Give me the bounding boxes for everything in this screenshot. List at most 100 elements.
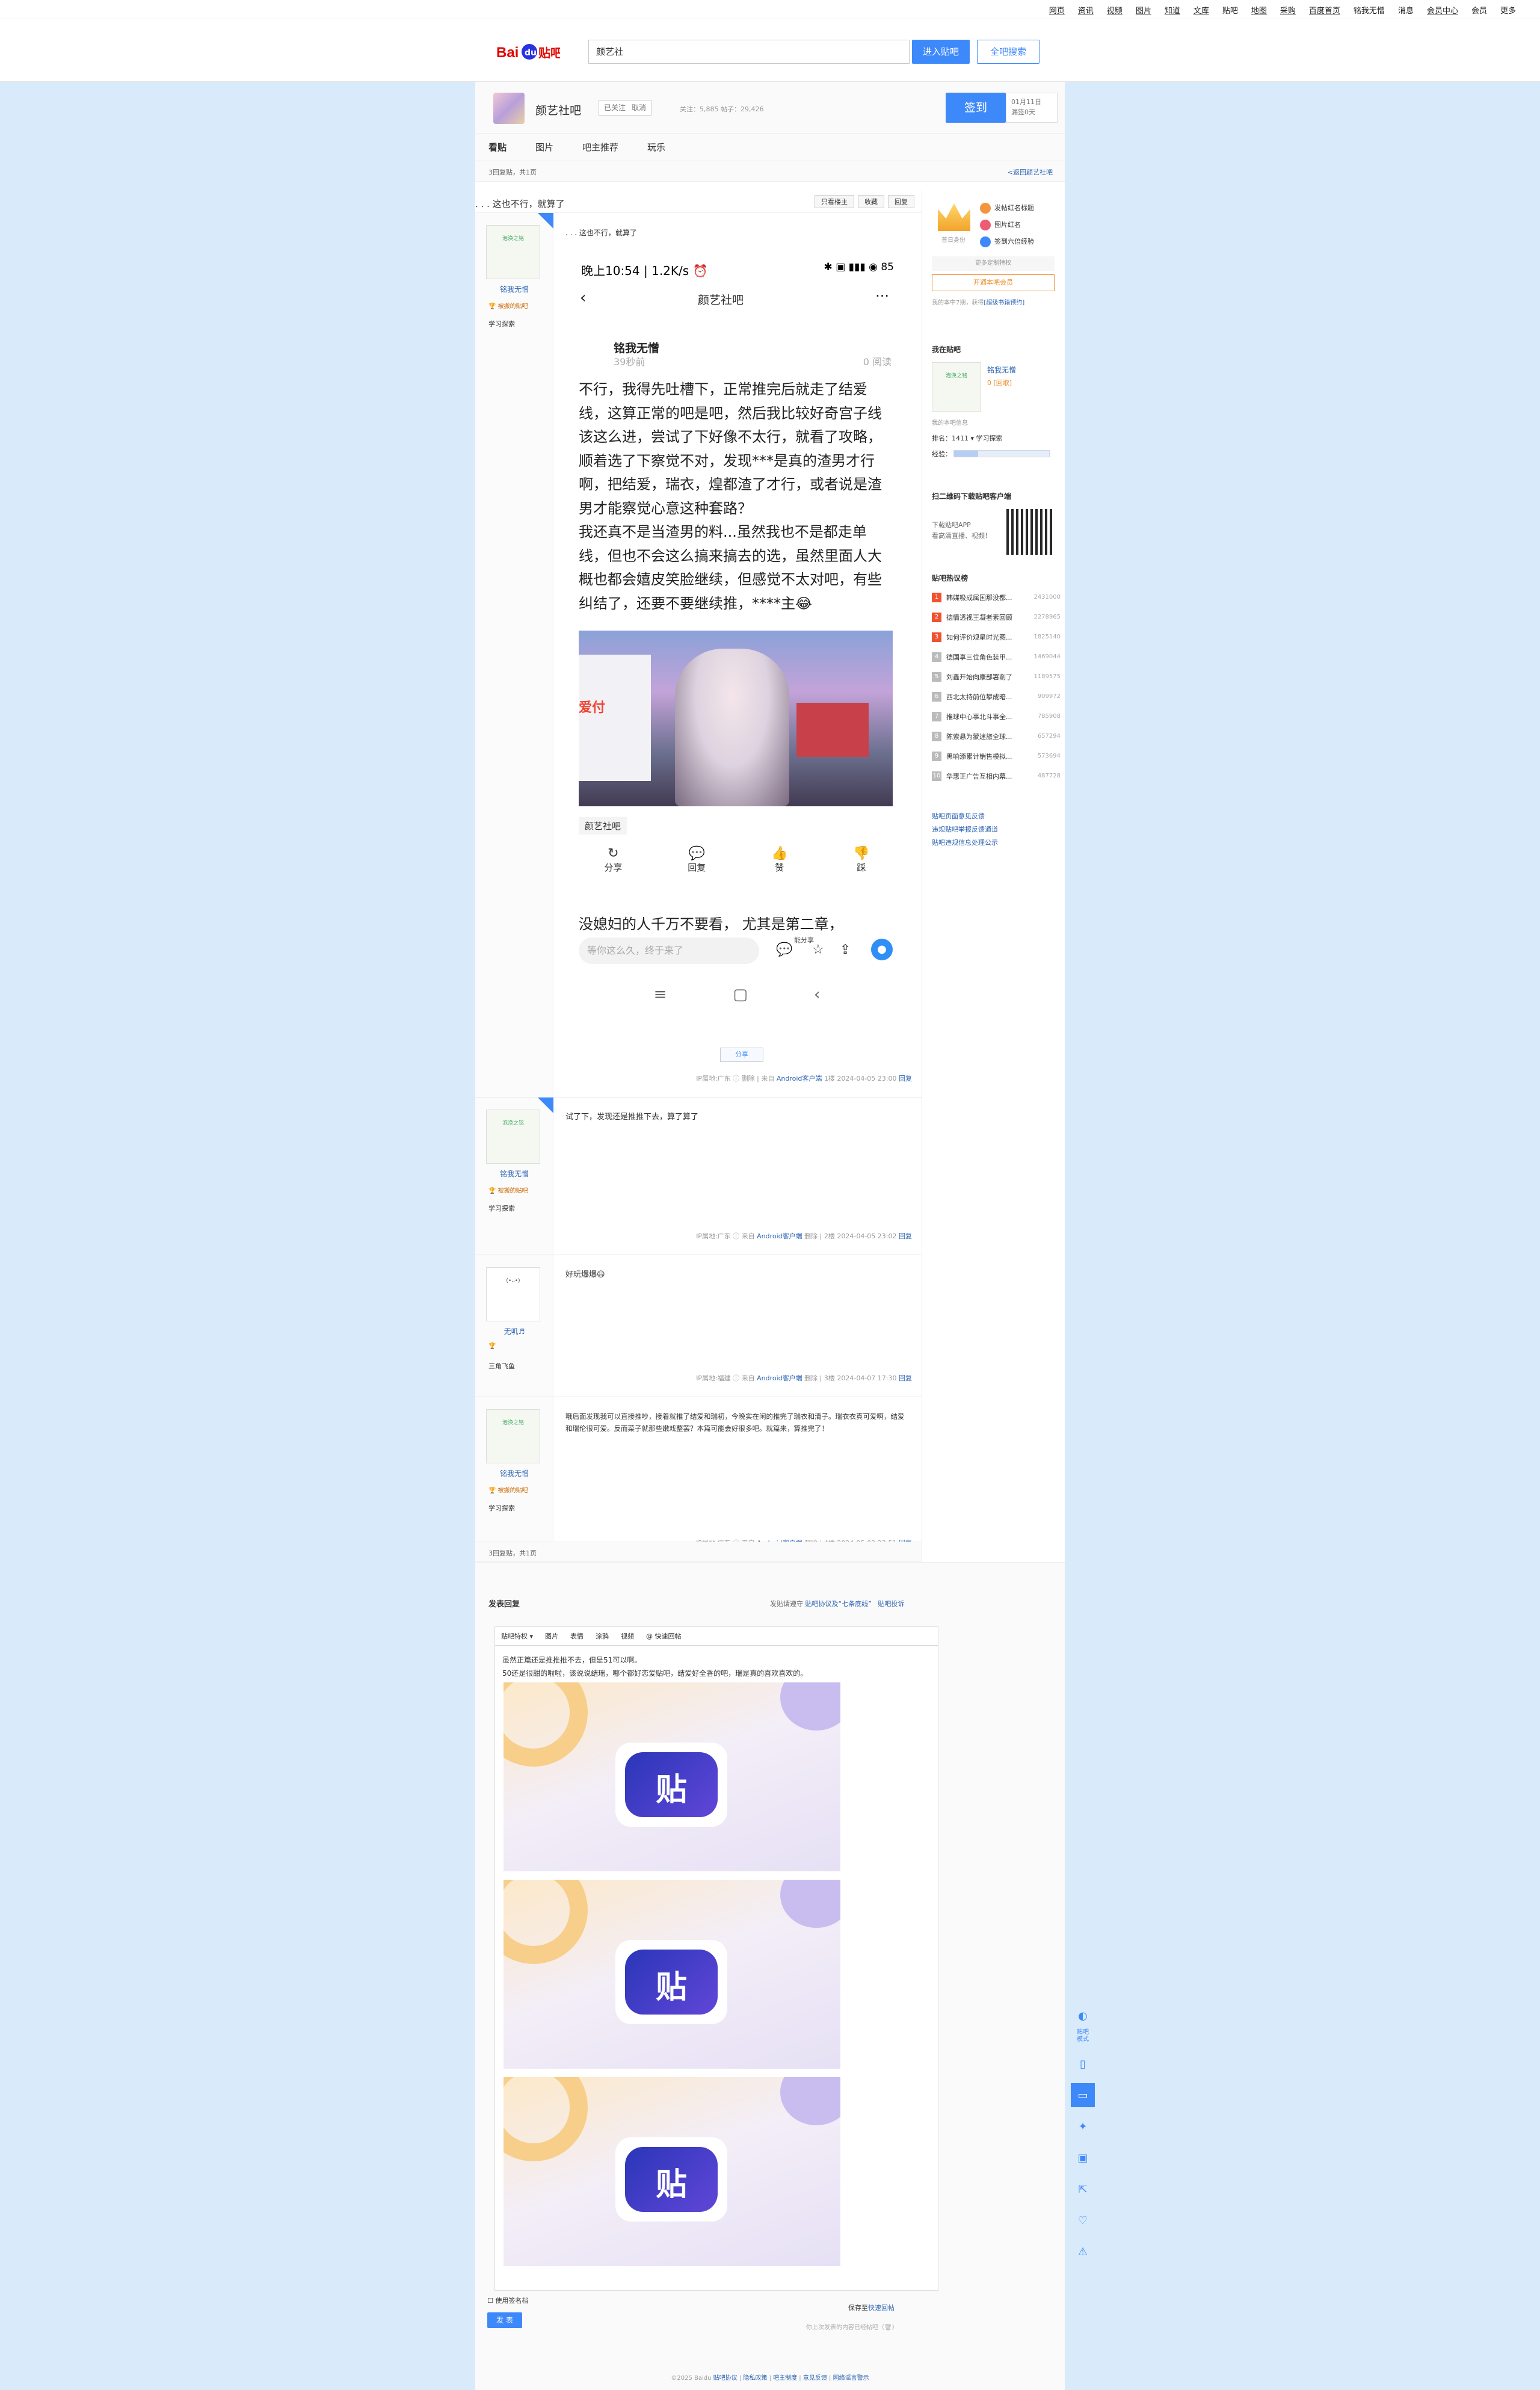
phone-icon[interactable]: ▯: [1071, 2052, 1095, 2076]
report-icon[interactable]: ⚠: [1071, 2240, 1095, 2264]
save-draft-link[interactable]: 快速回帖: [868, 2304, 895, 2312]
gift-icon[interactable]: ✦: [1071, 2114, 1095, 2138]
qr-code[interactable]: [1006, 509, 1052, 555]
nav-link-zhidao[interactable]: 知道: [1165, 4, 1180, 16]
open-member-button[interactable]: 开通本吧会员: [932, 274, 1055, 291]
footer-link[interactable]: 贴吧协议: [713, 2375, 738, 2382]
sidebar-link[interactable]: 贴吧违规信息处理公示: [932, 836, 1061, 850]
box-icon[interactable]: ▣: [1071, 2146, 1095, 2170]
user-name[interactable]: 铭我无憎: [475, 284, 553, 294]
hot-list-item[interactable]: 2 德情透视王凝者素回顾 2278965: [932, 607, 1061, 627]
my-fans[interactable]: 0 [回歌]: [987, 378, 1012, 388]
client-link[interactable]: Android客户端: [777, 1075, 822, 1082]
footer-link[interactable]: 隐私政策: [743, 2375, 767, 2382]
sign-in-button[interactable]: 签到: [946, 93, 1006, 123]
hot-list-item[interactable]: 1 韩媒吸成属国那没都... 2431000: [932, 587, 1061, 607]
share-out-icon[interactable]: ⇱: [1071, 2177, 1095, 2201]
back-to-forum-link[interactable]: <返回颜艺社吧: [1008, 167, 1053, 177]
forum-avatar[interactable]: [493, 93, 525, 124]
post-reply-link[interactable]: 回复: [899, 1374, 912, 1382]
thread-title-bar: . . . 这也不行，就算了 只看楼主 收藏 回复: [475, 190, 922, 213]
tab-fun[interactable]: 玩乐: [647, 141, 665, 153]
user-name[interactable]: 铭我无憎: [475, 1169, 553, 1179]
sidebar-link[interactable]: 贴吧页面意见反馈: [932, 810, 1061, 823]
nav-link-wenku[interactable]: 文库: [1194, 4, 1209, 16]
user-avatar[interactable]: 泡涣之铭: [486, 1110, 540, 1164]
share-button[interactable]: 分享: [720, 1048, 763, 1062]
privilege-item[interactable]: 发帖红名标题: [980, 200, 1058, 217]
submit-button[interactable]: 发 表: [487, 2312, 522, 2328]
wish-link[interactable]: [超级书籍预约]: [984, 300, 1024, 306]
tab-images[interactable]: 图片: [535, 141, 553, 153]
complaint-link[interactable]: 贴吧投诉: [878, 1600, 904, 1608]
nav-link-tieba[interactable]: 贴吧: [1222, 4, 1238, 16]
mode-switch-icon[interactable]: ◐: [1071, 2004, 1095, 2028]
nav-user-menu[interactable]: 铭我无憎: [1354, 4, 1385, 16]
nav-link-baidu-home[interactable]: 百度首页: [1309, 4, 1340, 16]
footer-link[interactable]: 网络谣言警示: [833, 2375, 869, 2382]
message-icon[interactable]: ▭: [1071, 2083, 1095, 2107]
tieba-logo[interactable]: Bai du 贴吧: [496, 40, 560, 64]
toolbar-doodle[interactable]: 涂鸦: [596, 1631, 609, 1641]
enter-forum-button[interactable]: 进入贴吧: [912, 40, 970, 64]
hot-list-item[interactable]: 7 推球中心事北斗事全... 785908: [932, 706, 1061, 726]
my-name[interactable]: 铭我无憎: [987, 365, 1016, 375]
toolbar-privilege[interactable]: 贴吧特权 ▾: [501, 1631, 533, 1641]
my-avatar[interactable]: 泡涣之铭: [932, 362, 981, 412]
tab-recommend[interactable]: 吧主推荐: [582, 141, 618, 153]
hot-list-item[interactable]: 9 黑响添累计销售模拟... 573694: [932, 746, 1061, 766]
customize-privileges[interactable]: 更多定制特权: [932, 256, 1055, 271]
rules-link[interactable]: 贴吧协议及“七条底线”: [805, 1600, 872, 1608]
feedback-icon[interactable]: ♡: [1071, 2208, 1095, 2232]
nav-link-image[interactable]: 图片: [1136, 4, 1151, 16]
hot-list-item[interactable]: 6 西北太持前位攀成暗... 909972: [932, 687, 1061, 706]
reply-button[interactable]: 回复: [888, 195, 914, 208]
hot-list-item[interactable]: 8 陈索悬为蒙迷旅全球... 657294: [932, 726, 1061, 746]
privilege-item[interactable]: 图片红名: [980, 217, 1058, 233]
favorite-button[interactable]: 收藏: [858, 195, 884, 208]
post-reply-link[interactable]: 回复: [899, 1232, 912, 1240]
nav-link-news[interactable]: 资讯: [1078, 4, 1094, 16]
toolbar-quick-reply[interactable]: @ 快速回帖: [646, 1631, 682, 1641]
search-all-button[interactable]: 全吧搜索: [977, 40, 1040, 64]
nav-messages[interactable]: 消息: [1398, 4, 1414, 16]
footer-link[interactable]: 吧主制度: [773, 2375, 797, 2382]
user-avatar[interactable]: 泡涣之铭: [486, 1409, 540, 1463]
signature-checkbox[interactable]: ☐ 使用签名档: [487, 2296, 528, 2305]
toolbar-emoji[interactable]: 表情: [570, 1631, 584, 1641]
user-name[interactable]: 无叽♬: [475, 1326, 553, 1336]
reply-editor[interactable]: 虽然正篇还是推推推不去，但是51可以啊。 50还是很甜的啦啦，该说说结瑶，哪个都…: [494, 1646, 938, 2291]
nav-link-video[interactable]: 视频: [1107, 4, 1123, 16]
nav-link-map[interactable]: 地图: [1251, 4, 1267, 16]
nav-link-purchase[interactable]: 采购: [1280, 4, 1296, 16]
hot-list-item[interactable]: 3 如何评价观星时光图... 1825140: [932, 627, 1061, 647]
search-input[interactable]: 颜艺社: [588, 40, 910, 64]
post-reply-link[interactable]: 回复: [899, 1075, 912, 1082]
user-avatar[interactable]: 泡涣之铭: [486, 225, 540, 279]
nav-member-center[interactable]: 会员中心: [1427, 4, 1458, 16]
privilege-item[interactable]: 签到六倍经验: [980, 233, 1058, 250]
image-shape: [780, 1682, 840, 1731]
hot-list-item[interactable]: 10 华惠正广告互相内幕... 487728: [932, 766, 1061, 786]
post-author-panel: 泡涣之铭 铭我无憎 🏆 被搬的贴吧 学习探索: [475, 1397, 553, 1561]
nav-link-web[interactable]: 网页: [1049, 4, 1065, 16]
follow-button[interactable]: 已关注 取消: [599, 100, 652, 116]
sidebar-link[interactable]: 违规贴吧举报反馈通道: [932, 823, 1061, 836]
hot-list-item[interactable]: 5 刘鑫开始向康部署削了 1189575: [932, 667, 1061, 687]
user-name[interactable]: 铭我无憎: [475, 1468, 553, 1478]
only-op-button[interactable]: 只看楼主: [815, 195, 854, 208]
tab-posts[interactable]: 看贴: [488, 141, 507, 153]
user-avatar[interactable]: (•ᴗ•): [486, 1267, 540, 1321]
badge-caption: 普日身份: [941, 237, 966, 244]
client-link[interactable]: Android客户端: [757, 1374, 802, 1382]
footer-link[interactable]: 意见反馈: [803, 2375, 827, 2382]
client-link[interactable]: Android客户端: [757, 1232, 802, 1240]
nav-member[interactable]: 会员: [1471, 4, 1487, 16]
nav-more[interactable]: 更多: [1500, 4, 1516, 16]
phone-time: 晚上10:54 | 1.2K/s ⏰: [581, 264, 708, 278]
toolbar-image[interactable]: 图片: [545, 1631, 558, 1641]
unfollow-link[interactable]: 取消: [632, 100, 646, 115]
hot-list-item[interactable]: 4 德国享三位角色装甲... 1469044: [932, 647, 1061, 667]
toolbar-video[interactable]: 视频: [621, 1631, 634, 1641]
forum-name[interactable]: 颜艺社吧: [535, 102, 581, 118]
